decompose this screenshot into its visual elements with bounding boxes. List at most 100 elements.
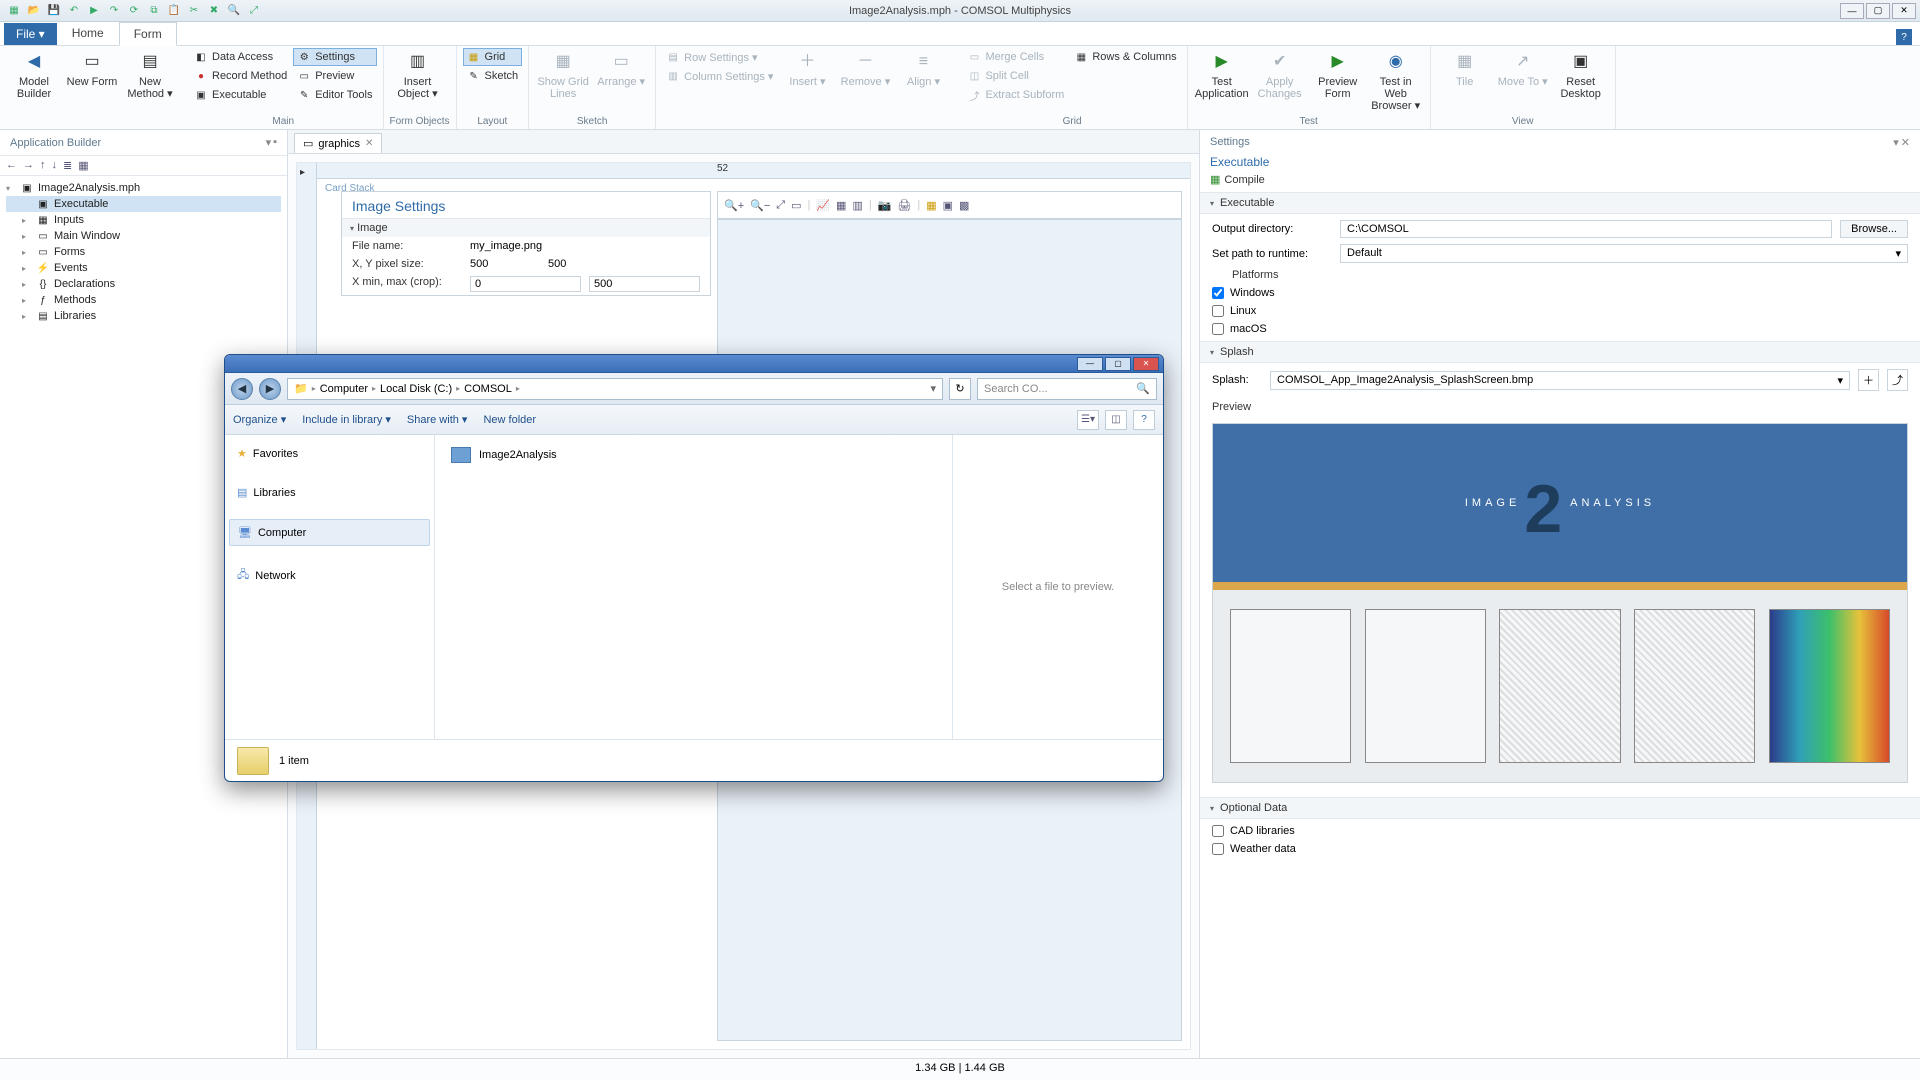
explorer-search-input[interactable]: Search CO... 🔍 bbox=[977, 378, 1157, 400]
data-access-button[interactable]: ◧Data Access bbox=[190, 48, 291, 66]
new-method-button[interactable]: ▤New Method ▾ bbox=[122, 48, 178, 102]
mesh-icon[interactable]: ▩ bbox=[959, 199, 969, 212]
file-explorer-dialog[interactable]: — ▢ ✕ ◀ ▶ 📁 ▸ Computer ▸ Local Disk (C:)… bbox=[224, 354, 1164, 782]
close-tab-icon[interactable]: ✕ bbox=[365, 138, 373, 149]
share-with-menu[interactable]: Share with ▾ bbox=[407, 413, 468, 426]
rows-columns-button[interactable]: ▦Rows & Columns bbox=[1070, 48, 1180, 66]
tree-declarations[interactable]: Declarations bbox=[54, 278, 115, 290]
nav-network[interactable]: 🖧Network bbox=[229, 560, 430, 591]
tree-main-window[interactable]: Main Window bbox=[54, 230, 120, 242]
insert-object-button[interactable]: ▥Insert Object ▾ bbox=[390, 48, 446, 102]
nav-forward-button[interactable]: ▶ bbox=[259, 378, 281, 400]
zoom-extents-icon[interactable]: ⤢ bbox=[776, 199, 785, 212]
tb-grid-icon[interactable]: ▦ bbox=[78, 159, 88, 172]
panel-menu-icon[interactable]: ▾ bbox=[1893, 136, 1899, 149]
model-builder-button[interactable]: ◀Model Builder bbox=[6, 48, 62, 102]
nav-libraries[interactable]: ▤Libraries bbox=[229, 480, 430, 505]
tree-forms[interactable]: Forms bbox=[54, 246, 85, 258]
tb-tree-icon[interactable]: ≣ bbox=[63, 159, 72, 172]
preview-form-button[interactable]: ▶Preview Form bbox=[1310, 48, 1366, 102]
add-splash-icon[interactable]: ＋ bbox=[1858, 369, 1879, 391]
minimize-button[interactable]: — bbox=[1840, 3, 1864, 19]
qat-cut-icon[interactable]: ✂ bbox=[186, 3, 202, 19]
tb-fwd-icon[interactable]: → bbox=[23, 159, 34, 172]
reset-desktop-button[interactable]: ▣Reset Desktop bbox=[1553, 48, 1609, 102]
record-method-button[interactable]: ●Record Method bbox=[190, 67, 291, 85]
file-menu[interactable]: File ▾ bbox=[4, 23, 57, 45]
qat-refresh-icon[interactable]: ⟳ bbox=[126, 3, 142, 19]
new-form-button[interactable]: ▭New Form bbox=[64, 48, 120, 90]
qat-paste-icon[interactable]: 📋 bbox=[166, 3, 182, 19]
table-icon[interactable]: ▦ bbox=[836, 199, 846, 212]
organize-menu[interactable]: Organize ▾ bbox=[233, 413, 286, 426]
zoom-out-icon[interactable]: 🔍− bbox=[750, 199, 770, 212]
crumb-drive[interactable]: Local Disk (C:) bbox=[380, 383, 452, 395]
crop-min-input[interactable] bbox=[470, 276, 581, 292]
platform-linux-checkbox[interactable] bbox=[1212, 305, 1224, 317]
history-dropdown-icon[interactable]: ▾ bbox=[930, 382, 936, 395]
explorer-maximize-button[interactable]: ▢ bbox=[1105, 357, 1131, 371]
crop-max-input[interactable] bbox=[589, 276, 700, 292]
camera-icon[interactable]: 📷 bbox=[878, 199, 892, 212]
panel-menu-icon[interactable]: ▾ bbox=[266, 136, 272, 149]
nav-back-button[interactable]: ◀ bbox=[231, 378, 253, 400]
splash-combo[interactable]: COMSOL_App_Image2Analysis_SplashScreen.b… bbox=[1270, 371, 1850, 390]
form-card[interactable]: Image Settings ▾ Image File name:my_imag… bbox=[341, 191, 711, 296]
grid-mode-button[interactable]: ▦Grid bbox=[463, 48, 523, 66]
tree-inputs[interactable]: Inputs bbox=[54, 214, 84, 226]
tree-libraries[interactable]: Libraries bbox=[54, 310, 96, 322]
qat-save-icon[interactable]: 💾 bbox=[46, 3, 62, 19]
grid-icon[interactable]: ▥ bbox=[852, 199, 862, 212]
panel-pin-icon[interactable]: ▪ bbox=[273, 136, 277, 149]
qat-find-icon[interactable]: 🔍 bbox=[226, 3, 242, 19]
zoom-in-icon[interactable]: 🔍+ bbox=[724, 199, 744, 212]
close-button[interactable]: ✕ bbox=[1892, 3, 1916, 19]
export-splash-icon[interactable]: ⤴ bbox=[1887, 369, 1908, 391]
executable-button[interactable]: ▣Executable bbox=[190, 86, 291, 104]
weather-data-checkbox[interactable] bbox=[1212, 843, 1224, 855]
runtime-combo[interactable]: Default▾ bbox=[1340, 244, 1908, 263]
tab-form[interactable]: Form bbox=[119, 22, 177, 46]
test-in-web-button[interactable]: ◉Test in Web Browser ▾ bbox=[1368, 48, 1424, 114]
test-application-button[interactable]: ▶Test Application bbox=[1194, 48, 1250, 102]
tab-home[interactable]: Home bbox=[57, 21, 119, 45]
refresh-button[interactable]: ↻ bbox=[949, 378, 971, 400]
qat-copy-icon[interactable]: ⧉ bbox=[146, 3, 162, 19]
tree-root[interactable]: Image2Analysis.mph bbox=[38, 182, 140, 194]
compile-button[interactable]: ▦Compile bbox=[1200, 171, 1920, 192]
crumb-computer[interactable]: Computer bbox=[320, 383, 368, 395]
new-folder-button[interactable]: New folder bbox=[483, 414, 536, 426]
tb-up-icon[interactable]: ↑ bbox=[40, 159, 46, 172]
explorer-file-list[interactable]: Image2Analysis bbox=[435, 435, 953, 739]
breadcrumb[interactable]: 📁 ▸ Computer ▸ Local Disk (C:) ▸ COMSOL … bbox=[287, 378, 943, 400]
editor-tools-button[interactable]: ✎Editor Tools bbox=[293, 86, 376, 104]
explorer-close-button[interactable]: ✕ bbox=[1133, 357, 1159, 371]
panel-close-icon[interactable]: ✕ bbox=[1901, 136, 1910, 149]
tree-executable[interactable]: Executable bbox=[54, 198, 108, 210]
platform-macos-checkbox[interactable] bbox=[1212, 323, 1224, 335]
qat-redo-icon[interactable]: ↷ bbox=[106, 3, 122, 19]
qat-run-icon[interactable]: ▶ bbox=[86, 3, 102, 19]
maximize-button[interactable]: ▢ bbox=[1866, 3, 1890, 19]
print-icon[interactable]: 🖨 bbox=[897, 199, 911, 212]
app-builder-tree[interactable]: ▾▣Image2Analysis.mph ▣Executable ▸▦Input… bbox=[0, 176, 287, 328]
explorer-help-button[interactable]: ? bbox=[1133, 410, 1155, 430]
sketch-mode-button[interactable]: ✎Sketch bbox=[463, 67, 523, 85]
tree-events[interactable]: Events bbox=[54, 262, 88, 274]
qat-zoom-icon[interactable]: ⤢ bbox=[246, 3, 262, 19]
doc-tab-graphics[interactable]: ▭ graphics ✕ bbox=[294, 133, 382, 153]
output-directory-input[interactable] bbox=[1340, 220, 1832, 238]
plot-icon[interactable]: 📈 bbox=[816, 199, 830, 212]
settings-button[interactable]: ⚙Settings bbox=[293, 48, 376, 66]
qat-open-icon[interactable]: 📂 bbox=[26, 3, 42, 19]
tb-down-icon[interactable]: ↓ bbox=[52, 159, 58, 172]
browse-button[interactable]: Browse... bbox=[1840, 220, 1908, 238]
tree-methods[interactable]: Methods bbox=[54, 294, 96, 306]
qat-undo-icon[interactable]: ↶ bbox=[66, 3, 82, 19]
preview-button[interactable]: ▭Preview bbox=[293, 67, 376, 85]
selection-icon[interactable]: ▦ bbox=[926, 199, 936, 212]
zoom-box-icon[interactable]: ▭ bbox=[791, 199, 801, 212]
explorer-nav-pane[interactable]: ★Favorites ▤Libraries 🖥Computer 🖧Network bbox=[225, 435, 435, 739]
explorer-titlebar[interactable]: — ▢ ✕ bbox=[225, 355, 1163, 373]
platform-windows-checkbox[interactable] bbox=[1212, 287, 1224, 299]
